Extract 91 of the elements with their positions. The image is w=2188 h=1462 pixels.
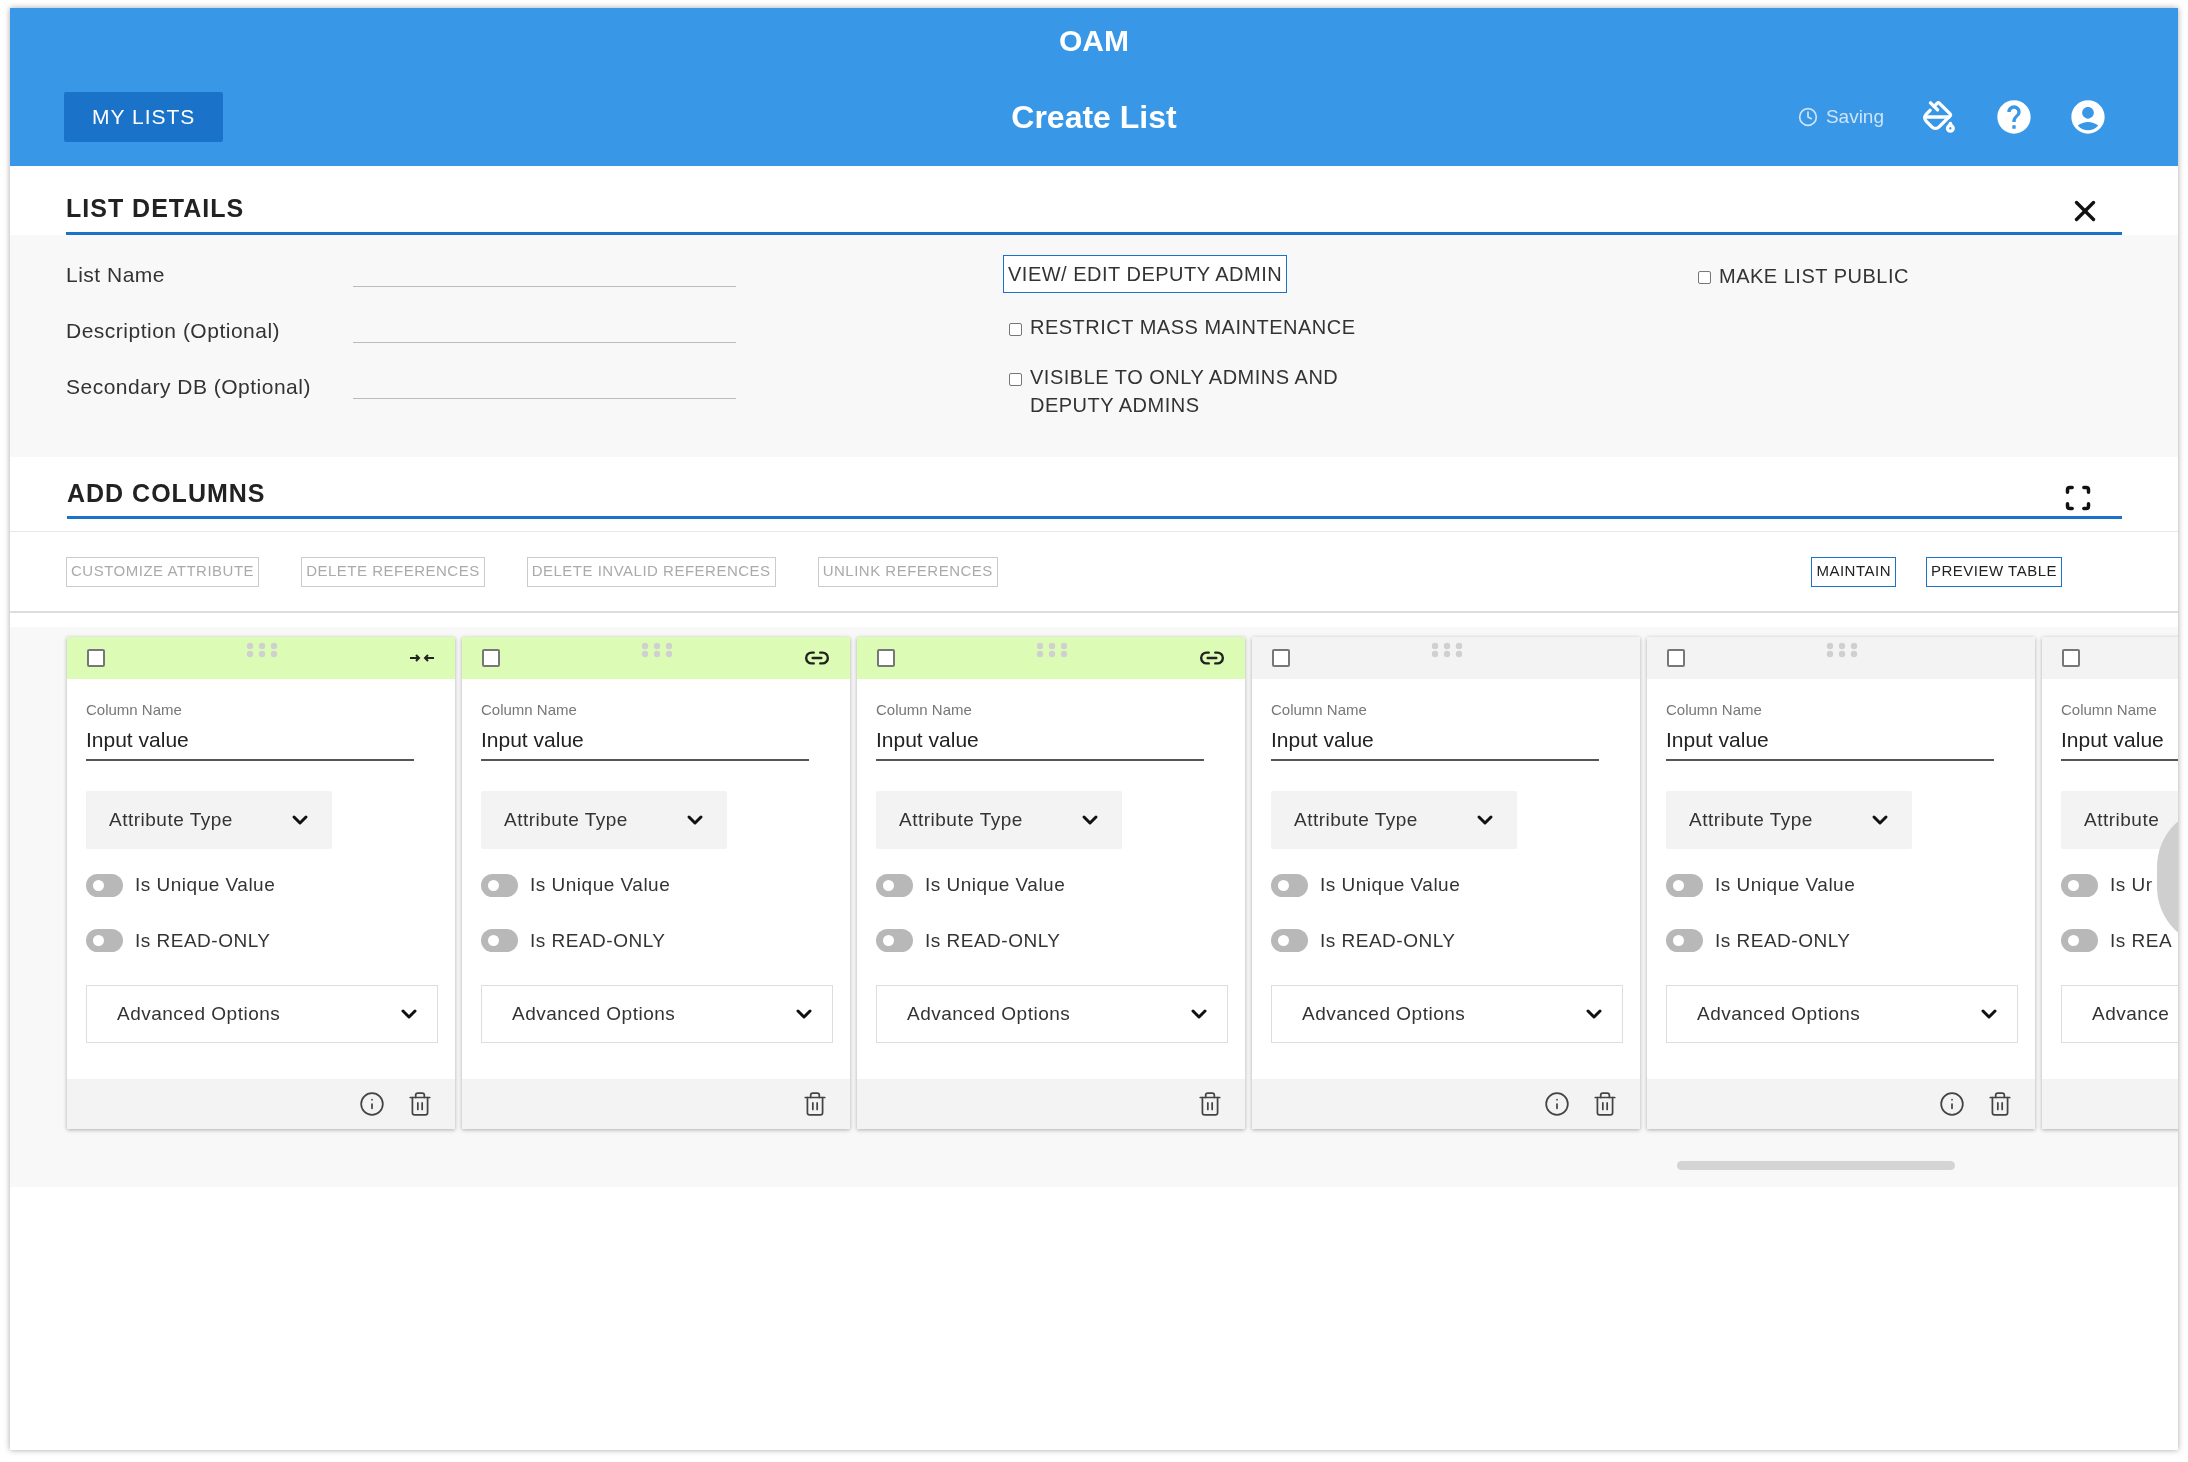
info-icon[interactable] (1544, 1091, 1570, 1117)
toggle-switch[interactable] (1271, 873, 1308, 897)
dropdown[interactable]: Advanced Options (481, 985, 833, 1043)
toggle-switch[interactable] (481, 873, 518, 897)
input-field[interactable]: Input value (86, 723, 414, 761)
info-icon[interactable] (1939, 1091, 1965, 1117)
checkbox[interactable] (1009, 372, 1022, 386)
field-label: Column Name (876, 700, 973, 720)
field-label: Column Name (2061, 700, 2158, 720)
checkbox[interactable] (1667, 649, 1685, 667)
toggle-label: Is Unique Value (1320, 873, 1461, 897)
help-icon[interactable] (1994, 97, 2034, 137)
field-label: Secondary DB (Optional) (66, 373, 312, 399)
dropdown[interactable]: Advanced Options (876, 985, 1228, 1043)
toggle-label: Is READ-ONLY (925, 928, 1061, 953)
input-field[interactable]: Input value (1271, 723, 1599, 761)
trash-icon[interactable] (1197, 1091, 1223, 1117)
dropdown[interactable]: Attribute Type (876, 791, 1122, 849)
user-icon[interactable] (2068, 97, 2108, 137)
toggle-switch[interactable] (2061, 873, 2098, 897)
fullscreen-icon[interactable] (2064, 484, 2092, 512)
app-title: OAM (1059, 23, 1129, 59)
toolbar-button[interactable]: MAINTAIN (1811, 556, 1896, 587)
checkbox[interactable] (2062, 649, 2080, 667)
toggle-switch[interactable] (86, 873, 123, 897)
field-label: Description (Optional) (66, 317, 282, 343)
toggle-switch[interactable] (876, 873, 913, 897)
dropdown[interactable]: Advance (2061, 985, 2178, 1043)
checkbox[interactable] (1698, 270, 1711, 284)
input-field[interactable]: Input value (481, 723, 809, 761)
dropdown[interactable]: Advanced Options (86, 985, 438, 1043)
toggle-label: Is Unique Value (135, 873, 276, 897)
dropdown[interactable]: Attribute Type (1666, 791, 1912, 849)
checkbox[interactable] (1009, 322, 1022, 336)
input-field[interactable]: Input value (2061, 723, 2178, 761)
toggle-label: Is READ-ONLY (1320, 928, 1456, 953)
toggle-label: Is Unique Value (925, 873, 1066, 897)
section-title: LIST DETAILS (66, 193, 245, 224)
paint-bucket-icon[interactable] (1922, 100, 1956, 134)
trash-icon[interactable] (1592, 1091, 1618, 1117)
dropdown[interactable]: Attribute Type (481, 791, 727, 849)
toggle-switch[interactable] (1666, 873, 1703, 897)
dropdown[interactable]: Advanced Options (1271, 985, 1623, 1043)
scrollbar[interactable] (1677, 1161, 1955, 1170)
dropdown[interactable]: Advanced Options (1666, 985, 2018, 1043)
deputy-admin-button[interactable]: VIEW/ EDIT DEPUTY ADMIN (1003, 254, 1288, 293)
drag-handle-icon[interactable] (1035, 642, 1069, 658)
field-label: List Name (66, 261, 167, 287)
input-field[interactable]: Input value (876, 723, 1204, 761)
saving-status: Saving (1825, 104, 1884, 129)
trash-icon[interactable] (802, 1091, 828, 1117)
toggle-label: Is Ur (2110, 873, 2153, 897)
my-lists-button[interactable]: MY LISTS (64, 92, 224, 142)
toggle-switch[interactable] (86, 929, 123, 953)
option-label: RESTRICT MASS MAINTENANCE (1030, 314, 1357, 340)
trash-icon[interactable] (1987, 1091, 2013, 1117)
dropdown[interactable]: Attribute (2061, 791, 2178, 849)
checkbox[interactable] (877, 649, 895, 667)
drag-handle-icon[interactable] (1430, 642, 1464, 658)
dropdown[interactable]: Attribute Type (1271, 791, 1517, 849)
drag-handle-icon[interactable] (640, 642, 674, 658)
toggle-label: Is READ-ONLY (1715, 928, 1851, 953)
checkbox[interactable] (87, 649, 105, 667)
checkbox[interactable] (1272, 649, 1290, 667)
option-label: VISIBLE TO ONLY ADMINS AND DEPUTY ADMINS (1030, 364, 1340, 418)
field-label: Column Name (1271, 700, 1368, 720)
input-field[interactable]: Input value (1666, 723, 1994, 761)
toggle-label: Is READ-ONLY (530, 928, 666, 953)
trash-icon[interactable] (407, 1091, 433, 1117)
toggle-label: Is Unique Value (530, 873, 671, 897)
toggle-label: Is REA (2110, 928, 2173, 953)
option-label: MAKE LIST PUBLIC (1719, 263, 1909, 289)
toggle-switch[interactable] (2061, 929, 2098, 953)
toggle-switch[interactable] (876, 929, 913, 953)
toggle-label: Is Unique Value (1715, 873, 1856, 897)
drag-handle-icon[interactable] (1825, 642, 1859, 658)
clock-icon (1797, 107, 1818, 127)
toggle-switch[interactable] (1271, 929, 1308, 953)
drag-handle-icon[interactable] (245, 642, 279, 658)
field-label: Column Name (481, 700, 578, 720)
dropdown[interactable]: Attribute Type (86, 791, 332, 849)
toolbar-button[interactable]: PREVIEW TABLE (1926, 556, 2062, 587)
info-icon[interactable] (359, 1091, 385, 1117)
field-label: Column Name (86, 700, 183, 720)
toggle-switch[interactable] (1666, 929, 1703, 953)
toggle-label: Is READ-ONLY (135, 928, 271, 953)
page-title: Create List (1011, 98, 1177, 137)
section-title: ADD COLUMNS (67, 477, 266, 509)
field-label: Column Name (1666, 700, 1763, 720)
toggle-switch[interactable] (481, 929, 518, 953)
checkbox[interactable] (482, 649, 500, 667)
